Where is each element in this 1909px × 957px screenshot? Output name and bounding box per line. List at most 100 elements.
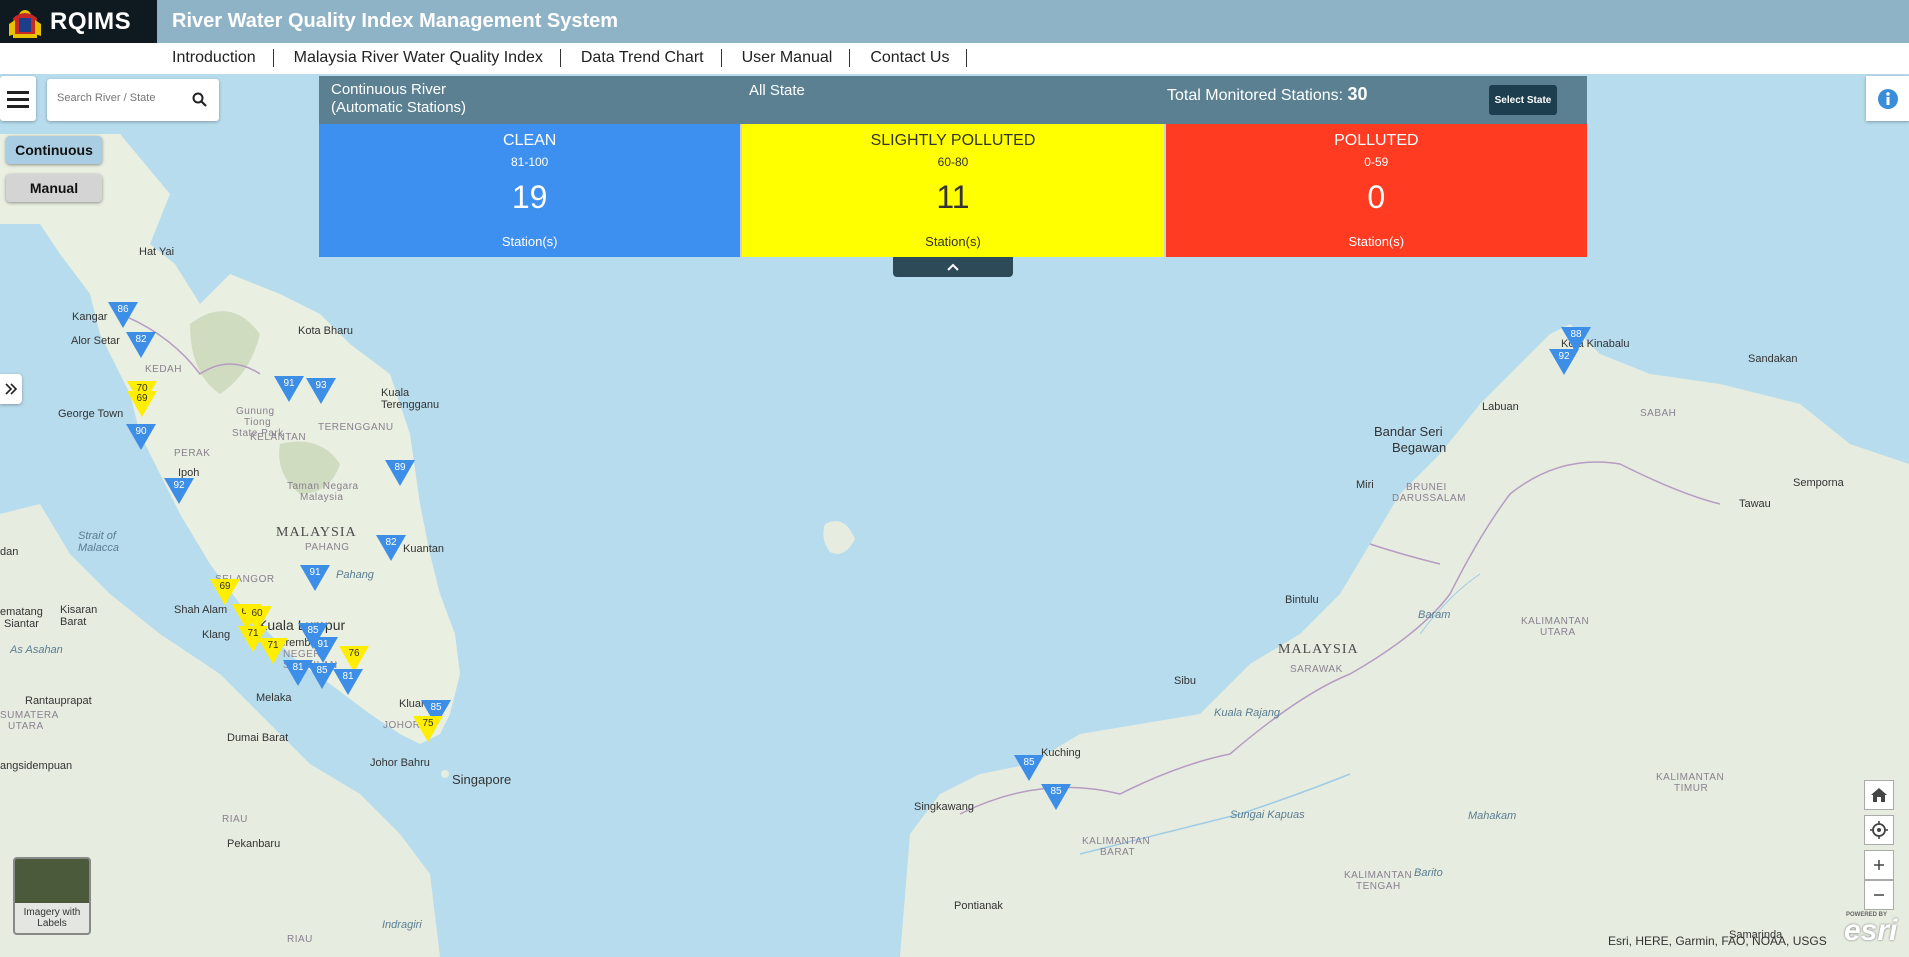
- crest-icon: [0, 0, 50, 43]
- map-label: KALIMANTAN: [1521, 616, 1590, 627]
- logo[interactable]: RQIMS: [0, 0, 157, 43]
- menu-icon: [7, 90, 29, 108]
- station-marker[interactable]: 90: [126, 424, 156, 450]
- station-marker[interactable]: 91: [300, 565, 330, 591]
- map-label: PERAK: [174, 448, 211, 459]
- map-label: Semporna: [1793, 477, 1844, 489]
- map-label: TERENGGANU: [318, 422, 394, 433]
- nav-contact-us[interactable]: Contact Us: [860, 49, 968, 67]
- zoom-out-button[interactable]: [1864, 880, 1894, 910]
- map-label: dan: [0, 546, 19, 558]
- map-label: George Town: [58, 408, 124, 420]
- search-box: [47, 79, 219, 121]
- home-icon: [1871, 788, 1887, 802]
- station-marker[interactable]: 75: [413, 716, 443, 742]
- map-label: Sungai Kapuas: [1230, 809, 1305, 821]
- nav-bar: Introduction Malaysia River Water Qualit…: [0, 43, 1909, 74]
- total-stations: Total Monitored Stations: 30: [1167, 84, 1368, 105]
- collapse-panel-button[interactable]: [893, 257, 1013, 277]
- total-stations-label: Total Monitored Stations:: [1167, 87, 1344, 104]
- map-label: Taman Negara: [287, 481, 359, 492]
- summary-header: Continuous River (Automatic Stations) Al…: [319, 76, 1587, 124]
- station-marker[interactable]: 92: [1549, 349, 1579, 375]
- card-polluted[interactable]: POLLUTED 0-59 0 Station(s): [1165, 124, 1587, 257]
- map-label: DARUSSALAM: [1392, 493, 1466, 504]
- zoom-in-button[interactable]: [1864, 850, 1894, 880]
- map-label: Malacca: [78, 542, 119, 554]
- map-label: ematang: [0, 606, 43, 618]
- polluted-count: 0: [1367, 179, 1386, 215]
- map-label: KALIMANTAN: [1344, 870, 1413, 881]
- slightly-polluted-count: 11: [936, 179, 970, 215]
- esri-logo: POWERED BY esri: [1844, 912, 1898, 947]
- basemap-toggle[interactable]: Imagery with Labels: [13, 857, 91, 935]
- station-marker[interactable]: 69: [210, 579, 240, 605]
- map-label: MALAYSIA: [1278, 642, 1359, 657]
- map-label: SARAWAK: [1290, 664, 1343, 675]
- map-label: angsidempuan: [0, 760, 73, 772]
- menu-button[interactable]: [0, 76, 36, 121]
- map-label: BRUNEI: [1406, 482, 1447, 493]
- map-label: BARAT: [1100, 847, 1136, 858]
- info-button[interactable]: [1866, 76, 1909, 121]
- card-clean[interactable]: CLEAN 81-100 19 Station(s): [319, 124, 743, 257]
- manual-mode-button[interactable]: Manual: [6, 174, 102, 202]
- search-icon[interactable]: [192, 92, 207, 107]
- map-label: Dumai Barat: [227, 732, 289, 744]
- map-label: Tawau: [1739, 498, 1771, 510]
- station-type-line1: Continuous River: [331, 81, 447, 98]
- card-slightly-polluted[interactable]: SLIGHTLY POLLUTED 60-80 11 Station(s): [742, 124, 1166, 257]
- selected-state: All State: [749, 82, 805, 99]
- map-label: UTARA: [1540, 627, 1576, 638]
- station-marker[interactable]: 91: [274, 376, 304, 402]
- nav-user-manual[interactable]: User Manual: [732, 49, 851, 67]
- station-marker[interactable]: 82: [126, 332, 156, 358]
- map-label: Baram: [1418, 609, 1451, 621]
- station-marker[interactable]: 89: [385, 460, 415, 486]
- app-title: River Water Quality Index Management Sys…: [172, 10, 619, 32]
- map-label: Terengganu: [381, 399, 440, 411]
- map-label: RIAU: [287, 934, 313, 945]
- nav-introduction[interactable]: Introduction: [162, 49, 274, 67]
- station-marker[interactable]: 92: [164, 478, 194, 504]
- map-label: Rantauprapat: [25, 695, 92, 707]
- map-label: Tiong: [244, 417, 272, 428]
- info-icon: [1877, 88, 1898, 109]
- select-state-button[interactable]: Select State: [1489, 85, 1557, 115]
- status-cards: CLEAN 81-100 19 Station(s) SLIGHTLY POLL…: [319, 124, 1587, 257]
- station-marker[interactable]: 81: [333, 669, 363, 695]
- station-marker[interactable]: 82: [376, 535, 406, 561]
- map-label: Kuala: [381, 387, 410, 399]
- expand-panel-button[interactable]: [0, 374, 22, 404]
- map-label: Kuala Rajang: [1214, 707, 1281, 719]
- home-button[interactable]: [1864, 780, 1894, 810]
- map-label: Bintulu: [1285, 594, 1319, 606]
- chevron-up-icon: [947, 263, 959, 271]
- map-label: Kisaran: [60, 604, 98, 616]
- clean-count: 19: [511, 179, 548, 215]
- map-label: Pontianak: [954, 900, 1003, 912]
- station-marker[interactable]: 69: [127, 391, 157, 417]
- station-marker[interactable]: 85: [1014, 755, 1044, 781]
- station-marker[interactable]: 86: [108, 302, 138, 328]
- nav-water-quality-index[interactable]: Malaysia River Water Quality Index: [284, 49, 561, 67]
- map-label: Labuan: [1482, 401, 1519, 413]
- nav-data-trend-chart[interactable]: Data Trend Chart: [571, 49, 722, 67]
- map-label: KELANTAN: [250, 432, 307, 443]
- map-label: Sibu: [1174, 675, 1197, 687]
- map-label: KALIMANTAN: [1656, 772, 1725, 783]
- station-marker[interactable]: 85: [1041, 784, 1071, 810]
- map-label: Indragiri: [382, 919, 422, 931]
- locate-button[interactable]: [1864, 815, 1894, 845]
- map-label: RIAU: [222, 814, 248, 825]
- map-label: Barat: [60, 616, 87, 628]
- station-marker[interactable]: 93: [306, 378, 336, 404]
- map-label: SABAH: [1640, 408, 1677, 419]
- map-label: Hat Yai: [139, 246, 175, 258]
- map-label: Johor Bahru: [370, 757, 430, 769]
- map-label: MALAYSIA: [276, 525, 357, 540]
- continuous-mode-button[interactable]: Continuous: [6, 136, 102, 164]
- station-type-line2: (Automatic Stations): [331, 99, 467, 116]
- search-input[interactable]: [55, 91, 185, 105]
- map-label: Bandar Seri: [1374, 424, 1443, 439]
